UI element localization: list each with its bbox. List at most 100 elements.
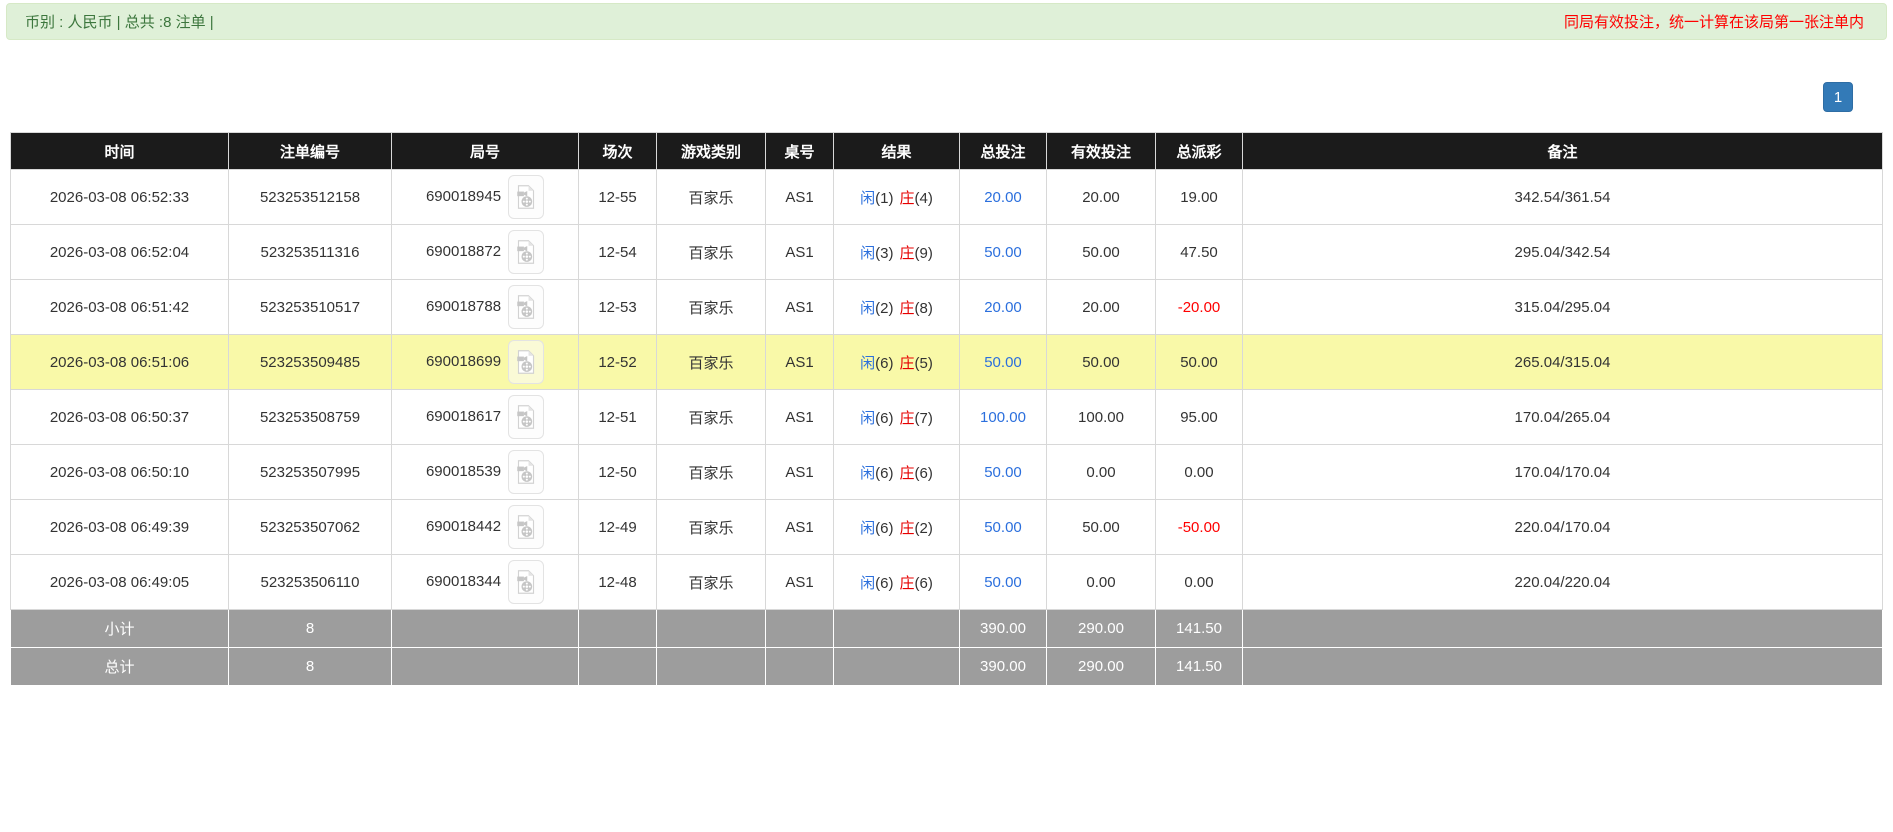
header-remark: 备注 (1242, 132, 1883, 170)
grand-total-label: 总计 (10, 647, 229, 686)
cell-valid-bet: 0.00 (1046, 444, 1156, 500)
result-player-count: (6) (875, 409, 894, 427)
table-row: 2026-03-08 06:52:04 523253511316 6900188… (10, 224, 1883, 280)
cell-total-bet: 50.00 (959, 499, 1047, 555)
cell-valid-bet: 0.00 (1046, 554, 1156, 610)
round-id-text: 690018617 (425, 407, 502, 425)
result-player-count: (2) (875, 299, 894, 317)
currency-summary-text: 币别 : 人民币 | 总共 :8 注单 | (25, 14, 214, 31)
result-banker-count: (6) (914, 574, 933, 592)
summary-bar: 币别 : 人民币 | 总共 :8 注单 | 同局有效投注，统一计算在该局第一张注… (6, 3, 1887, 40)
result-player-count: (6) (875, 354, 894, 372)
video-file-icon[interactable] (508, 340, 545, 384)
grand-total-row: 总计 8 390.00 290.00 141.50 (10, 647, 1883, 686)
table-row: 2026-03-08 06:50:37 523253508759 6900186… (10, 389, 1883, 445)
cell-session: 12-50 (578, 444, 657, 500)
header-session: 场次 (578, 132, 657, 170)
result-banker-count: (5) (914, 354, 933, 372)
cell-remark: 295.04/342.54 (1242, 224, 1883, 280)
cell-bet-id: 523253510517 (228, 279, 392, 335)
result-player: 闲 (860, 354, 876, 372)
header-table-no: 桌号 (765, 132, 834, 170)
cell-game-type: 百家乐 (656, 499, 766, 555)
video-file-icon[interactable] (508, 395, 545, 439)
cell-game-type: 百家乐 (656, 389, 766, 445)
cell-total-bet: 100.00 (959, 389, 1047, 445)
cell-bet-id: 523253507062 (228, 499, 392, 555)
table-row: 2026-03-08 06:50:10 523253507995 6900185… (10, 444, 1883, 500)
result-banker: 庄 (899, 189, 915, 207)
cell-table-no: AS1 (765, 169, 834, 225)
round-id-text: 690018442 (425, 517, 502, 535)
cell-total-bet: 50.00 (959, 444, 1047, 500)
cell-payout: 19.00 (1155, 169, 1243, 225)
cell-result: 闲(6) 庄(2) (833, 499, 960, 555)
video-file-icon[interactable] (508, 560, 545, 604)
subtotal-total-bet: 390.00 (959, 609, 1047, 648)
table-row: 2026-03-08 06:52:33 523253512158 6900189… (10, 169, 1883, 225)
cell-bet-id: 523253512158 (228, 169, 392, 225)
result-banker-count: (7) (914, 409, 933, 427)
cell-payout: -50.00 (1155, 499, 1243, 555)
video-file-icon[interactable] (508, 175, 545, 219)
cell-bet-id: 523253509485 (228, 334, 392, 390)
round-id-text: 690018539 (425, 462, 502, 480)
cell-total-bet: 50.00 (959, 554, 1047, 610)
total-bet-link[interactable]: 50.00 (984, 464, 1022, 481)
result-banker-count: (6) (914, 464, 933, 482)
result-banker-count: (8) (914, 299, 933, 317)
result-banker-count: (2) (914, 519, 933, 537)
grand-total-total-bet: 390.00 (959, 647, 1047, 686)
video-file-icon[interactable] (508, 450, 545, 494)
cell-game-type: 百家乐 (656, 279, 766, 335)
cell-remark: 315.04/295.04 (1242, 279, 1883, 335)
header-time: 时间 (10, 132, 229, 170)
valid-bet-notice-text: 同局有效投注，统一计算在该局第一张注单内 (1563, 14, 1864, 31)
cell-total-bet: 20.00 (959, 279, 1047, 335)
cell-session: 12-51 (578, 389, 657, 445)
total-bet-link[interactable]: 50.00 (984, 519, 1022, 536)
total-bet-link[interactable]: 50.00 (984, 574, 1022, 591)
video-file-icon[interactable] (508, 285, 545, 329)
header-bet-id: 注单编号 (228, 132, 392, 170)
total-bet-link[interactable]: 20.00 (984, 299, 1022, 316)
cell-total-bet: 50.00 (959, 334, 1047, 390)
cell-game-type: 百家乐 (656, 169, 766, 225)
cell-payout: 47.50 (1155, 224, 1243, 280)
cell-session: 12-55 (578, 169, 657, 225)
round-id-text: 690018699 (425, 352, 502, 370)
cell-table-no: AS1 (765, 334, 834, 390)
result-player-count: (3) (875, 244, 894, 262)
total-bet-link[interactable]: 100.00 (980, 409, 1026, 426)
round-id-text: 690018872 (425, 242, 502, 260)
pagination: 1 (0, 82, 1853, 112)
cell-round-id: 690018539 (391, 444, 579, 500)
video-file-icon[interactable] (508, 230, 545, 274)
cell-valid-bet: 50.00 (1046, 334, 1156, 390)
cell-round-id: 690018788 (391, 279, 579, 335)
cell-payout: 0.00 (1155, 554, 1243, 610)
video-file-icon[interactable] (508, 505, 545, 549)
cell-result: 闲(6) 庄(6) (833, 554, 960, 610)
result-player: 闲 (860, 189, 876, 207)
cell-bet-id: 523253506110 (228, 554, 392, 610)
result-banker: 庄 (899, 464, 915, 482)
cell-bet-id: 523253507995 (228, 444, 392, 500)
result-player-count: (6) (875, 574, 894, 592)
result-player: 闲 (860, 244, 876, 262)
total-bet-link[interactable]: 20.00 (984, 189, 1022, 206)
round-id-text: 690018788 (425, 297, 502, 315)
result-player: 闲 (860, 464, 876, 482)
result-player: 闲 (860, 519, 876, 537)
cell-total-bet: 50.00 (959, 224, 1047, 280)
total-bet-link[interactable]: 50.00 (984, 244, 1022, 261)
cell-table-no: AS1 (765, 499, 834, 555)
header-total-bet: 总投注 (959, 132, 1047, 170)
result-banker-count: (9) (914, 244, 933, 262)
page-1-button[interactable]: 1 (1823, 82, 1853, 112)
table-row: 2026-03-08 06:49:39 523253507062 6900184… (10, 499, 1883, 555)
cell-session: 12-48 (578, 554, 657, 610)
bet-records-table: 时间 注单编号 局号 场次 游戏类别 桌号 结果 总投注 有效投注 总派彩 备注… (10, 132, 1883, 686)
cell-game-type: 百家乐 (656, 224, 766, 280)
total-bet-link[interactable]: 50.00 (984, 354, 1022, 371)
